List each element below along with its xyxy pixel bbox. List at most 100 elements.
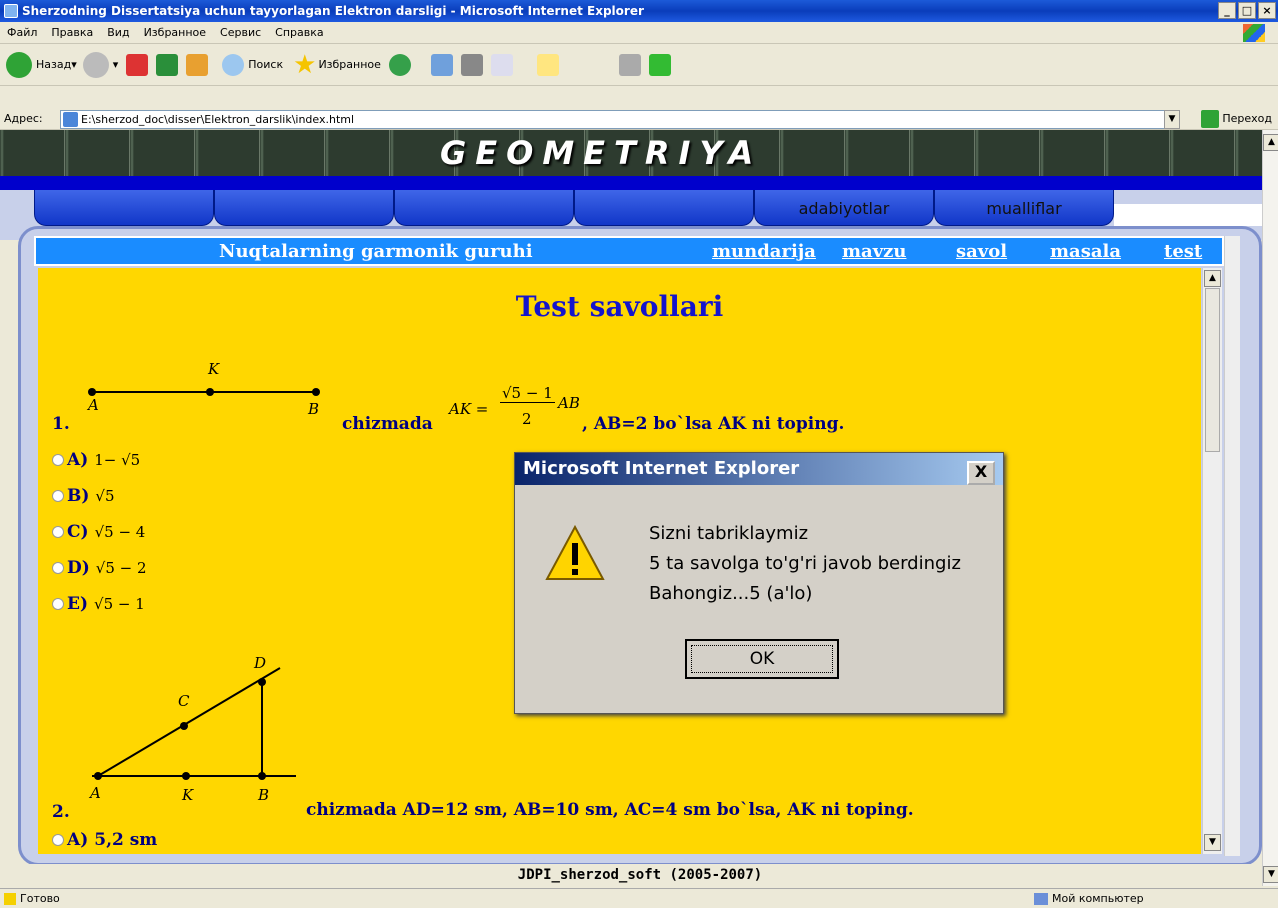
q1-label-k: K — [208, 360, 220, 378]
address-input[interactable]: E:\sherzod_doc\disser\Elektron_darslik\i… — [60, 110, 1180, 129]
q1-label-b: B — [308, 400, 320, 418]
outer-scrollbar[interactable] — [1224, 236, 1240, 856]
back-arrow-icon — [6, 51, 32, 78]
option-value: √5 — [95, 487, 115, 505]
edit-icon[interactable] — [490, 53, 513, 76]
tab-adabiyotlar[interactable]: adabiyotlar — [754, 190, 934, 226]
computer-icon — [1034, 892, 1048, 905]
option-value: √5 − 2 — [95, 559, 147, 577]
menu-edit[interactable]: Правка — [51, 26, 93, 39]
q2-number: 2. — [52, 802, 70, 822]
favorites-label: Избранное — [318, 58, 381, 71]
q1-option-b[interactable]: B) √5 — [52, 486, 115, 506]
tab-mualliflar[interactable]: mualliflar — [934, 190, 1114, 226]
radio[interactable] — [52, 562, 64, 574]
content-scrollbar[interactable]: ▲ ▼ — [1202, 268, 1222, 854]
back-label: Назад — [36, 58, 72, 71]
refresh-icon[interactable] — [156, 53, 179, 76]
status-text: Готово — [20, 892, 60, 905]
banner-stripe — [0, 176, 1262, 190]
page-icon — [63, 112, 78, 127]
note-icon[interactable] — [536, 53, 559, 76]
q2-option-a[interactable]: A) 5,2 sm — [52, 830, 157, 850]
dialog-close-button[interactable]: X — [967, 461, 995, 485]
tab-spacer — [1114, 204, 1262, 226]
address-dropdown-icon[interactable]: ▼ — [1164, 110, 1180, 129]
toolbar: Назад ▾ ▾ Поиск ★ Избранное — [0, 44, 1278, 86]
topic-title: Nuqtalarning garmonik guruhi — [219, 241, 533, 262]
nav-masala[interactable]: masala — [1050, 241, 1121, 262]
minimize-button[interactable]: _ — [1218, 2, 1236, 19]
search-icon — [222, 53, 245, 76]
icq-icon[interactable] — [648, 53, 671, 76]
forward-arrow-icon — [82, 51, 109, 78]
ok-button[interactable]: OK — [685, 639, 839, 679]
mail-icon[interactable] — [430, 53, 453, 76]
maximize-button[interactable]: □ — [1238, 2, 1256, 19]
windows-logo-icon — [1243, 24, 1265, 42]
nav-savol[interactable]: savol — [956, 241, 1007, 262]
radio[interactable] — [52, 454, 64, 466]
option-key: A) — [67, 830, 89, 850]
q1-option-d[interactable]: D) √5 − 2 — [52, 558, 147, 578]
back-button[interactable]: Назад ▾ — [6, 51, 77, 78]
q2-label-b: B — [258, 786, 270, 804]
menu-favorites[interactable]: Избранное — [144, 26, 206, 39]
address-label: Адрес: — [4, 112, 43, 125]
q2-label-d: D — [254, 654, 267, 672]
q2-figure — [92, 667, 296, 780]
menu-tools[interactable]: Сервис — [220, 26, 261, 39]
search-button[interactable]: Поиск — [222, 53, 283, 76]
test-title: Test savollari — [515, 290, 724, 323]
nav-mundarija[interactable]: mundarija — [712, 241, 816, 262]
option-value: 1− √5 — [94, 451, 141, 469]
dialog-title: Microsoft Internet Explorer — [515, 453, 1003, 485]
close-window-button[interactable]: × — [1258, 2, 1276, 19]
option-key: E) — [67, 594, 89, 614]
radio[interactable] — [52, 526, 64, 538]
favorites-button[interactable]: ★ Избранное — [293, 50, 381, 80]
menu-help[interactable]: Справка — [275, 26, 323, 39]
scroll-down-icon[interactable]: ▼ — [1204, 834, 1221, 851]
q2-label-c: C — [178, 692, 190, 710]
q1-number: 1. — [52, 414, 70, 434]
scroll-up-icon[interactable]: ▲ — [1204, 270, 1221, 287]
dialog-line-1: Sizni tabriklaymiz — [649, 523, 809, 544]
print-icon[interactable] — [460, 53, 483, 76]
radio[interactable] — [52, 490, 64, 502]
menu-view[interactable]: Вид — [107, 26, 129, 39]
menu-file[interactable]: Файл — [7, 26, 37, 39]
dialog-line-2: 5 ta savolga to'g'ri javob berdingiz — [649, 553, 961, 574]
media-icon[interactable] — [388, 53, 411, 76]
banner-title: GEOMETRIYA — [440, 134, 763, 172]
q1-text-b: , AB=2 bo`lsa AK ni toping. — [582, 414, 845, 434]
alert-dialog: Microsoft Internet Explorer X Sizni tabr… — [514, 452, 1004, 714]
window-scroll-up-icon[interactable]: ▲ — [1263, 134, 1278, 151]
stop-icon[interactable] — [126, 53, 149, 76]
q1-option-a[interactable]: A) 1− √5 — [52, 450, 140, 470]
window-scrollbar[interactable]: ▲ ▼ — [1262, 130, 1278, 886]
go-button[interactable]: Переход — [1201, 109, 1272, 128]
warning-icon — [4, 892, 16, 905]
home-icon[interactable] — [186, 53, 209, 76]
window-scroll-down-icon[interactable]: ▼ — [1263, 866, 1278, 883]
q1-formula-right: AB — [558, 394, 580, 412]
tab-2[interactable] — [214, 190, 394, 226]
section-nav: Nuqtalarning garmonik guruhi mundarija m… — [34, 236, 1224, 266]
tab-3[interactable] — [394, 190, 574, 226]
q1-option-e[interactable]: E) √5 − 1 — [52, 594, 145, 614]
scroll-thumb[interactable] — [1205, 288, 1220, 452]
q2-label-a: A — [90, 784, 101, 802]
radio[interactable] — [52, 598, 64, 610]
research-icon[interactable] — [618, 53, 641, 76]
tab-4[interactable] — [574, 190, 754, 226]
q1-formula-num: √5 − 1 — [500, 384, 555, 403]
forward-button[interactable]: ▾ — [82, 51, 118, 78]
ie-icon — [4, 4, 18, 18]
nav-test[interactable]: test — [1164, 241, 1202, 262]
nav-mavzu[interactable]: mavzu — [842, 241, 906, 262]
radio[interactable] — [52, 834, 64, 846]
q1-option-c[interactable]: C) √5 − 4 — [52, 522, 145, 542]
q1-formula-left: AK = — [449, 400, 489, 418]
tab-1[interactable] — [34, 190, 214, 226]
